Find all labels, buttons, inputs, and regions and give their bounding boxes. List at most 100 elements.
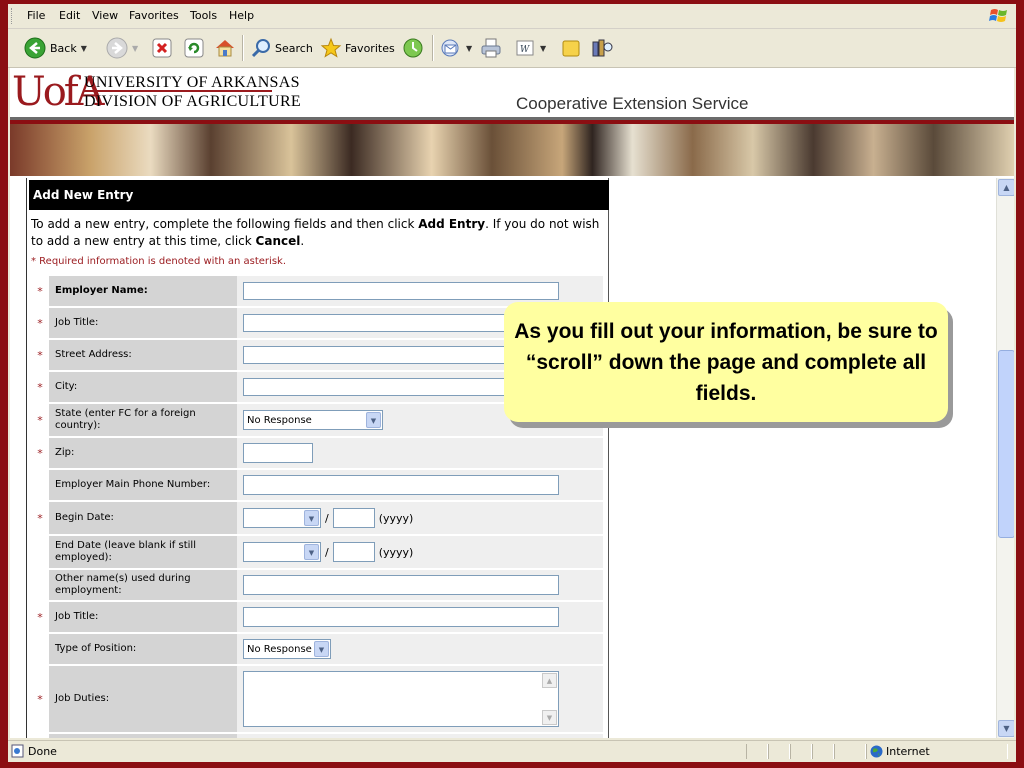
menu-help[interactable]: Help	[229, 9, 254, 22]
position-type-select[interactable]: No Response ▼	[243, 639, 331, 659]
history-button[interactable]	[402, 35, 424, 61]
menu-view[interactable]: View	[92, 9, 118, 22]
chevron-up-icon[interactable]: ▲	[542, 673, 557, 688]
chevron-down-icon[interactable]: ▼	[304, 544, 319, 560]
chevron-down-icon[interactable]: ▼	[314, 641, 329, 657]
position-type-value: No Response	[247, 643, 312, 655]
back-label: Back	[50, 41, 77, 55]
zip-label: Zip:	[49, 438, 237, 468]
status-pane	[812, 744, 834, 759]
scrollbar-thumb[interactable]	[998, 350, 1014, 538]
year-hint: (yyyy)	[378, 511, 414, 525]
home-button[interactable]	[214, 35, 236, 61]
other-names-label: Other name(s) used during employment:	[49, 570, 237, 600]
status-pane	[834, 744, 866, 759]
toolbar: Back ▼ ▼ Search Favorites ▼ W ▼	[8, 29, 1016, 68]
scroll-up-button[interactable]: ▲	[998, 179, 1014, 196]
mail-button[interactable]: ▼	[440, 35, 472, 61]
forward-arrow-icon	[106, 37, 128, 59]
refresh-icon	[184, 38, 204, 58]
begin-year-input[interactable]	[332, 508, 375, 528]
menu-file[interactable]: File	[27, 9, 45, 22]
form-row-job-title-2: * Job Title:	[33, 602, 603, 634]
word-document-icon: W	[516, 40, 534, 56]
other-names-input[interactable]	[243, 575, 559, 595]
begin-date-label: Begin Date:	[49, 502, 237, 534]
field-cell: ▲ ▼	[237, 666, 603, 732]
field-cell	[237, 602, 603, 632]
required-asterisk: *	[33, 666, 47, 732]
intro-cancel: Cancel	[255, 234, 301, 248]
status-text: Done	[28, 745, 57, 758]
favorites-button[interactable]: Favorites	[320, 35, 395, 61]
partial-row-label	[49, 734, 237, 738]
date-slash: /	[325, 511, 329, 525]
phone-input[interactable]	[243, 475, 559, 495]
chevron-down-icon[interactable]: ▼	[304, 510, 319, 526]
begin-month-select[interactable]: ▼	[243, 508, 321, 528]
menu-favorites[interactable]: Favorites	[129, 9, 179, 22]
back-button[interactable]: Back ▼	[24, 35, 87, 61]
field-cell	[237, 570, 603, 600]
city-label: City:	[49, 372, 237, 402]
chevron-down-icon[interactable]: ▼	[366, 412, 381, 428]
job-title-label: Job Title:	[49, 308, 237, 338]
form-row-zip: * Zip:	[33, 438, 603, 470]
right-frame: ▲ ▼	[610, 178, 1014, 738]
svg-text:W: W	[520, 45, 530, 55]
date-slash: /	[325, 545, 329, 559]
required-asterisk: *	[33, 438, 47, 468]
discuss-button[interactable]	[560, 35, 582, 61]
page-icon	[11, 744, 24, 758]
search-button[interactable]: Search	[250, 35, 313, 61]
stop-button[interactable]	[152, 35, 172, 61]
street-address-label: Street Address:	[49, 340, 237, 370]
vertical-scrollbar[interactable]: ▲ ▼	[996, 178, 1014, 738]
end-month-select[interactable]: ▼	[243, 542, 321, 562]
form-row-phone: Employer Main Phone Number:	[33, 470, 603, 502]
research-books-icon	[592, 39, 613, 57]
back-dropdown-icon[interactable]: ▼	[81, 44, 87, 53]
refresh-button[interactable]	[184, 35, 204, 61]
search-label: Search	[275, 41, 313, 55]
field-cell	[237, 438, 603, 468]
form-instructions: To add a new entry, complete the followi…	[31, 216, 601, 250]
printer-icon	[481, 38, 501, 58]
position-type-label: Type of Position:	[49, 634, 237, 664]
field-cell	[237, 734, 603, 738]
intro-add-entry: Add Entry	[418, 217, 486, 231]
field-cell: No Response ▼	[237, 634, 603, 664]
toolbar-separator	[242, 35, 244, 61]
windows-logo-icon	[989, 9, 1007, 22]
job-duties-textarea[interactable]: ▲ ▼	[243, 671, 559, 727]
scroll-down-button[interactable]: ▼	[998, 720, 1014, 737]
field-cell	[237, 470, 603, 500]
mail-dropdown-icon[interactable]: ▼	[466, 44, 472, 53]
end-year-input[interactable]	[332, 542, 375, 562]
status-pane	[790, 744, 812, 759]
form-row-job-duties: * Job Duties: ▲ ▼	[33, 666, 603, 734]
print-button[interactable]	[480, 35, 502, 61]
instruction-callout: As you fill out your information, be sur…	[504, 302, 948, 422]
form-header: Add New Entry	[29, 180, 609, 210]
state-select[interactable]: No Response ▼	[243, 410, 383, 430]
state-label: State (enter FC for a foreign country):	[49, 404, 237, 436]
required-asterisk: *	[33, 276, 47, 306]
zip-input[interactable]	[243, 443, 313, 463]
status-bar: Done Internet	[8, 740, 1016, 762]
research-button[interactable]	[590, 35, 614, 61]
form-row-end-date: End Date (leave blank if still employed)…	[33, 536, 603, 570]
edit-button[interactable]: W ▼	[514, 35, 546, 61]
menu-edit[interactable]: Edit	[59, 9, 80, 22]
job-title-2-input[interactable]	[243, 607, 559, 627]
back-arrow-icon	[24, 37, 46, 59]
employer-name-input[interactable]	[243, 282, 559, 300]
phone-label: Employer Main Phone Number:	[49, 470, 237, 500]
forward-dropdown-icon[interactable]: ▼	[132, 44, 138, 53]
forward-button[interactable]: ▼	[106, 35, 138, 61]
edit-dropdown-icon[interactable]: ▼	[540, 44, 546, 53]
end-date-label: End Date (leave blank if still employed)…	[49, 536, 237, 568]
chevron-down-icon[interactable]: ▼	[542, 710, 557, 725]
menu-tools[interactable]: Tools	[190, 9, 217, 22]
security-zone: Internet	[886, 745, 930, 758]
